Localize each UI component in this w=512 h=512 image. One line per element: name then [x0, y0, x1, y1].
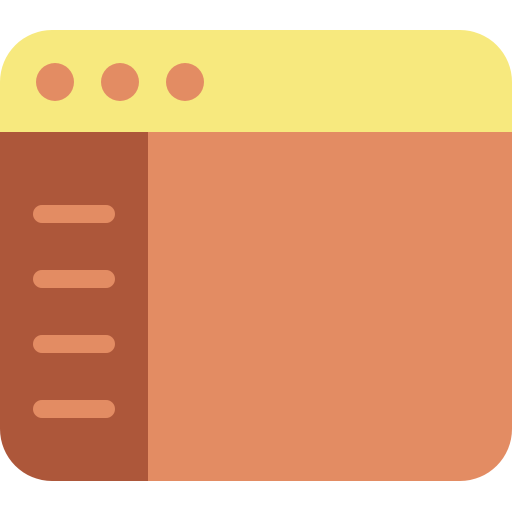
window-control-dot-3[interactable]	[166, 63, 204, 101]
sidebar-item-2[interactable]	[33, 270, 115, 288]
app-window	[0, 30, 512, 481]
window-control-dot-1[interactable]	[36, 63, 74, 101]
sidebar	[0, 132, 148, 481]
window-control-dot-2[interactable]	[101, 63, 139, 101]
sidebar-item-1[interactable]	[33, 205, 115, 223]
browser-window-icon	[0, 0, 512, 512]
main-content-area	[148, 132, 512, 481]
title-bar	[0, 30, 512, 132]
sidebar-item-3[interactable]	[33, 335, 115, 353]
sidebar-item-4[interactable]	[33, 400, 115, 418]
